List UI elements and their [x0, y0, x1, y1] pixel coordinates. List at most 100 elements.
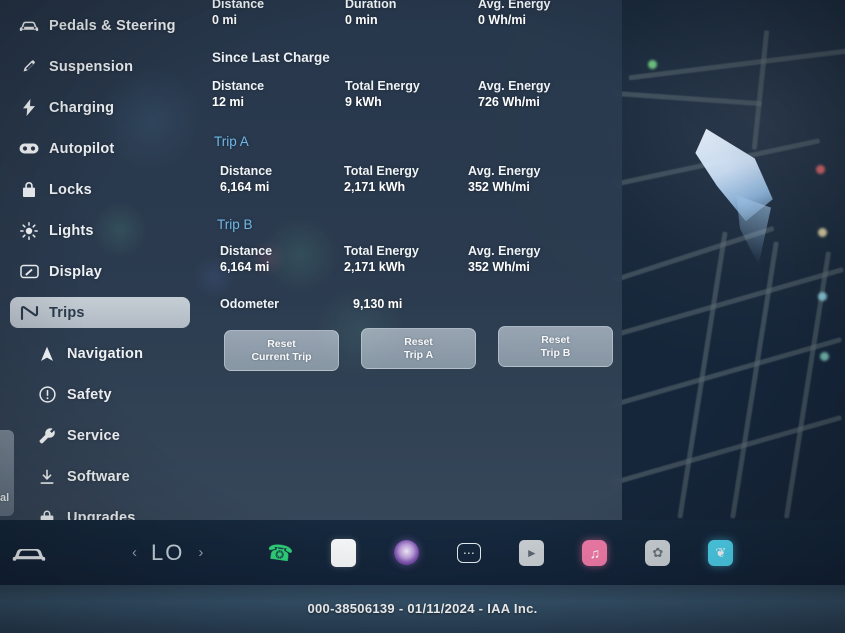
sidebar-item-software[interactable]: Software: [10, 461, 190, 492]
stat-block: Total Energy 2,171 kWh: [344, 164, 468, 195]
stat-value: 12 mi: [212, 95, 244, 109]
music-app-icon[interactable]: ♫: [582, 539, 608, 566]
button-line-2: Current Trip: [251, 350, 312, 363]
map-poi-dot: [648, 60, 657, 69]
sidebar-item-autopilot[interactable]: Autopilot: [10, 133, 190, 164]
sidebar-item-label: Suspension: [49, 58, 134, 75]
button-line-1: Reset: [267, 338, 296, 350]
odometer-value: 9,130 mi: [353, 297, 403, 311]
suspension-icon: [18, 57, 40, 77]
button-line-1: Reset: [541, 334, 570, 346]
sidebar-item-label: Trips: [49, 304, 85, 321]
since-last-charge-stats: Distance 12 mi Total Energy 9 kWh Avg. E…: [212, 79, 611, 110]
navigation-icon: [36, 344, 58, 364]
stat-value: 2,171 kWh: [344, 180, 406, 194]
sidebar-item-label: Display: [49, 263, 102, 280]
stat-block: Total Energy 9 kWh: [345, 79, 478, 110]
sidebar-item-lights[interactable]: Lights: [10, 215, 190, 246]
stat-value: 2,171 kWh: [344, 260, 406, 274]
bird-app-icon[interactable]: ❦: [708, 539, 734, 566]
sidebar-item-label: Navigation: [67, 345, 144, 362]
stat-block: Avg. Energy 726 Wh/mi: [478, 79, 611, 110]
stat-key: Total Energy: [344, 164, 419, 178]
app-launcher-row: ☎ ⋯ ► ♫ ✿ ❦: [266, 538, 734, 567]
trip-b-stats: Distance 6,164 mi Total Energy 2,171 kWh…: [220, 244, 592, 275]
map-road: [609, 415, 843, 486]
toybox-app-icon[interactable]: ✿: [645, 539, 671, 566]
sidebar-item-locks[interactable]: Locks: [10, 174, 190, 205]
stat-value: 0 mi: [212, 13, 238, 27]
phone-app-icon[interactable]: ☎: [266, 538, 295, 567]
info-icon: [36, 385, 58, 405]
bolt-icon: [18, 98, 40, 118]
stat-key: Distance: [220, 244, 273, 258]
stat-block: Avg. Energy 352 Wh/mi: [468, 164, 592, 195]
stat-block: Distance 6,164 mi: [220, 244, 344, 275]
reset-buttons-row: Reset Current Trip Reset Trip A Reset Tr…: [224, 326, 613, 371]
sidebar-item-display[interactable]: Display: [10, 256, 190, 287]
map-road: [730, 241, 779, 519]
stat-block: Duration 0 min: [345, 0, 478, 28]
trip-a-stats: Distance 6,164 mi Total Energy 2,171 kWh…: [220, 164, 592, 195]
stat-value: 0 Wh/mi: [478, 13, 526, 27]
messages-app-icon[interactable]: ⋯: [457, 542, 482, 563]
spotify-app-icon[interactable]: [394, 540, 420, 565]
sidebar-item-label: Autopilot: [49, 140, 115, 157]
autopilot-icon: [18, 139, 40, 159]
temp-decrease-button[interactable]: ‹: [132, 544, 137, 561]
car-icon: [18, 16, 40, 36]
reset-trip-b-button[interactable]: Reset Trip B: [498, 326, 613, 367]
screen-glare-reflection-tail: [736, 195, 771, 265]
stat-key: Avg. Energy: [468, 244, 541, 258]
watermark-text: 000-38506139 - 01/11/2024 - IAA Inc.: [307, 601, 538, 616]
stat-value: 352 Wh/mi: [468, 180, 530, 194]
map-poi-dot: [816, 165, 825, 174]
sidebar-item-charging[interactable]: Charging: [10, 92, 190, 123]
stat-value: 352 Wh/mi: [468, 260, 530, 274]
stat-key: Distance: [212, 0, 265, 11]
media-app-icon[interactable]: [331, 538, 357, 567]
sidebar-item-label: Lights: [49, 222, 94, 239]
stat-block: Avg. Energy 352 Wh/mi: [468, 244, 592, 275]
section-title-trip-b: Trip B: [217, 217, 253, 232]
stat-block: Distance 6,164 mi: [220, 164, 344, 195]
map-road: [611, 267, 845, 338]
sidebar-item-label: Pedals & Steering: [49, 17, 176, 34]
temperature-value[interactable]: LO: [151, 540, 184, 566]
theater-app-icon[interactable]: ►: [519, 539, 545, 566]
partial-offscreen-label: al: [0, 492, 10, 504]
sidebar-item-label: Locks: [49, 181, 92, 198]
stat-block: Avg. Energy 0 Wh/mi: [478, 0, 611, 28]
stat-value: 6,164 mi: [220, 260, 270, 274]
reset-trip-a-button[interactable]: Reset Trip A: [361, 328, 476, 369]
sidebar-item-navigation[interactable]: Navigation: [10, 338, 190, 369]
sidebar-item-service[interactable]: Service: [10, 420, 190, 451]
sidebar-item-pedals-and-steering[interactable]: Pedals & Steering: [10, 10, 190, 41]
stat-key: Avg. Energy: [478, 79, 551, 93]
settings-panel: Pedals & Steering Suspension Charging Au…: [0, 0, 622, 526]
stat-key: Total Energy: [344, 244, 419, 258]
bottom-dock: ‹ LO › ☎ ⋯ ► ♫ ✿ ❦: [0, 520, 845, 585]
sidebar-item-label: Charging: [49, 99, 115, 116]
sidebar-item-trips[interactable]: Trips: [10, 297, 190, 328]
temp-increase-button[interactable]: ›: [198, 544, 203, 561]
stat-key: Avg. Energy: [468, 164, 541, 178]
reset-current-trip-button[interactable]: Reset Current Trip: [224, 330, 339, 371]
section-title-trip-a: Trip A: [214, 134, 249, 149]
map-poi-dot: [818, 228, 827, 237]
sidebar-item-suspension[interactable]: Suspension: [10, 51, 190, 82]
stat-key: Distance: [220, 164, 273, 178]
stat-key: Avg. Energy: [478, 0, 551, 11]
current-trip-stats: Distance 0 mi Duration 0 min Avg. Energy…: [212, 0, 611, 28]
odometer-label: Odometer: [220, 297, 280, 311]
sidebar-item-safety[interactable]: Safety: [10, 379, 190, 410]
climate-control: ‹ LO ›: [132, 540, 203, 566]
sidebar-item-label: Software: [67, 468, 130, 485]
car-status-button[interactable]: [8, 544, 50, 562]
stat-block: Total Energy 2,171 kWh: [344, 244, 468, 275]
stat-key: Distance: [212, 79, 265, 93]
map-road: [751, 30, 770, 150]
trips-icon: [18, 303, 40, 323]
stat-value: 0 min: [345, 13, 378, 27]
map-poi-dot: [818, 292, 827, 301]
